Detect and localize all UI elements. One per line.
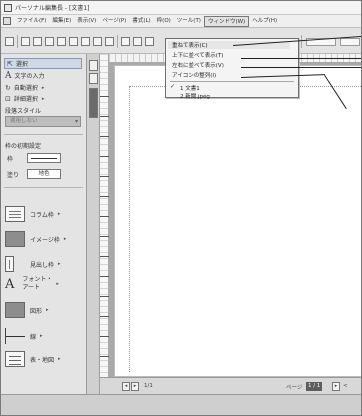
fill-swatch[interactable]: 地色 (27, 169, 62, 179)
menu-separator (170, 81, 294, 82)
frame-border-setting[interactable]: 枠 (7, 153, 62, 163)
frame-type-font-art[interactable]: A フォント・アート ▸ (5, 276, 59, 292)
menu-document-1[interactable]: 1 文書1 (180, 84, 200, 92)
callout-line (241, 58, 361, 59)
expand-arrow-icon: ▸ (46, 307, 49, 313)
window-menu-dropdown: 重ねて表示(C) 上下に並べて表示(T) 左右に並べて表示(V) アイコンの整列… (165, 38, 299, 100)
page-label: ページ (286, 385, 303, 391)
expand-arrow-icon: ▸ (57, 211, 61, 217)
image-icon[interactable] (121, 37, 130, 46)
layout-icon[interactable] (145, 37, 154, 46)
tool-detail-select[interactable]: ⊡ 詳細選択 ▸ (5, 94, 45, 104)
frame-fill-setting[interactable]: 塗り 地色 (7, 169, 62, 179)
expand-arrow-icon: ▸ (58, 261, 61, 267)
tool-auto-select[interactable]: ↻ 自動選択 ▸ (5, 83, 45, 93)
menu-format[interactable]: 書式(L) (129, 16, 153, 27)
toolbar-separator (117, 35, 118, 48)
expand-arrow-icon: ▸ (58, 356, 61, 362)
expand-arrow-icon: ▸ (56, 281, 59, 287)
preview-icon[interactable] (69, 37, 78, 46)
detail-select-icon: ⊡ (5, 94, 11, 103)
paragraph-style-label: 段落スタイル (5, 108, 42, 115)
frame-settings-label: 枠の初期設定 (5, 143, 42, 150)
menu-file[interactable]: ファイル(F) (14, 16, 49, 27)
open-folder-icon[interactable] (33, 37, 42, 46)
lasso-icon: ↻ (5, 83, 11, 92)
font-art-icon: A (5, 276, 15, 292)
menu-page[interactable]: ページ(P) (99, 16, 129, 27)
tool-select[interactable]: ⇱ 選択 (4, 58, 82, 69)
frame-tool-icon[interactable] (133, 37, 142, 46)
heading-frame-icon (5, 256, 14, 272)
title-bar: パーソナル編集長 - [文書1] (1, 1, 361, 15)
palette-divider (4, 187, 83, 188)
menu-view[interactable]: 表示(V) (74, 16, 99, 27)
new-document-icon[interactable] (21, 37, 30, 46)
paste-icon[interactable] (93, 37, 102, 46)
page-indicator: 1/1 (144, 383, 153, 389)
tool-text-input[interactable]: A 文字の入力 (5, 71, 45, 80)
cursor-icon: ⇱ (7, 59, 13, 68)
tab-palette[interactable] (89, 88, 98, 118)
toolbar-select-icon[interactable] (5, 37, 14, 46)
callout-line (241, 67, 361, 68)
toolbar-separator (17, 35, 18, 48)
copy-icon[interactable] (81, 37, 90, 46)
first-page-icon[interactable]: ◂ (122, 382, 130, 391)
frame-type-heading[interactable]: 見出し枠 ▸ (5, 256, 61, 272)
scroll-left-icon[interactable]: < (343, 383, 348, 389)
frame-type-line[interactable]: 線 ▸ (5, 328, 43, 344)
tab-tools-icon[interactable] (89, 60, 98, 71)
menu-edit[interactable]: 編集(E) (49, 16, 74, 27)
palette-divider (4, 134, 83, 135)
border-swatch[interactable] (27, 153, 62, 163)
app-icon (4, 3, 12, 12)
next-page-icon[interactable]: ▸ (332, 382, 340, 391)
expand-arrow-icon: ▸ (41, 84, 45, 91)
menu-tile-horizontal[interactable]: 上下に並べて表示(T) (172, 51, 223, 59)
vertical-tab-strip (87, 54, 100, 394)
tab-layers-icon[interactable] (89, 73, 98, 84)
save-icon[interactable] (45, 37, 54, 46)
vertical-ruler-ticks (100, 96, 109, 366)
menu-window[interactable]: ウィンドウ(W) (203, 15, 250, 27)
image-frame-icon (5, 231, 25, 247)
bottom-strip (1, 394, 361, 415)
frame-type-image[interactable]: イメージ枠 ▸ (5, 231, 66, 247)
view-box[interactable] (340, 38, 360, 46)
print-icon[interactable] (57, 37, 66, 46)
document-page[interactable] (114, 65, 361, 377)
expand-arrow-icon: ▸ (41, 95, 45, 102)
frame-type-table-map[interactable]: 表・地図 ▸ (5, 351, 61, 367)
margin-guide (129, 86, 361, 372)
shape-icon (5, 302, 25, 318)
menu-tile-vertical[interactable]: 左右に並べて表示(V) (172, 61, 224, 69)
menu-frame[interactable]: 枠(O) (154, 16, 174, 27)
line-icon (5, 328, 25, 344)
frame-type-column[interactable]: コラム枠 ▸ (5, 206, 60, 222)
page-value[interactable]: 1 / 1 (306, 382, 323, 391)
expand-arrow-icon: ▸ (40, 333, 43, 339)
table-map-icon (5, 351, 25, 367)
frame-type-shape[interactable]: 図形 ▸ (5, 302, 49, 318)
document-menu-icon[interactable] (3, 17, 11, 25)
menu-help[interactable]: ヘルプ(H) (249, 16, 280, 27)
paragraph-style-select[interactable]: 適用しない (5, 116, 81, 127)
column-frame-icon (5, 206, 25, 222)
tool-palette: ⇱ 選択 A 文字の入力 ↻ 自動選択 ▸ ⊡ 詳細選択 ▸ 段落スタイル 適用… (1, 54, 87, 394)
menu-tools[interactable]: ツール(T) (174, 16, 204, 27)
prev-page-icon[interactable]: ▸ (131, 382, 139, 391)
expand-arrow-icon: ▸ (63, 236, 67, 242)
app-window: パーソナル編集長 - [文書1] ファイル(F) 編集(E) 表示(V) ページ… (0, 0, 362, 416)
status-bar: ◂ ▸ 1/1 ページ 1 / 1 ▸ < (100, 377, 361, 394)
toolbar-separator (301, 35, 302, 48)
text-icon: A (5, 70, 12, 81)
menu-document-2[interactable]: 2 新聞.jpeg (180, 92, 210, 100)
menu-arrange-icons[interactable]: アイコンの整列(I) (172, 71, 216, 79)
window-title: パーソナル編集長 - [文書1] (15, 5, 90, 12)
menu-bar: ファイル(F) 編集(E) 表示(V) ページ(P) 書式(L) 枠(O) ツー… (1, 15, 361, 28)
check-icon: ✓ (170, 83, 176, 90)
cut-icon[interactable] (105, 37, 114, 46)
